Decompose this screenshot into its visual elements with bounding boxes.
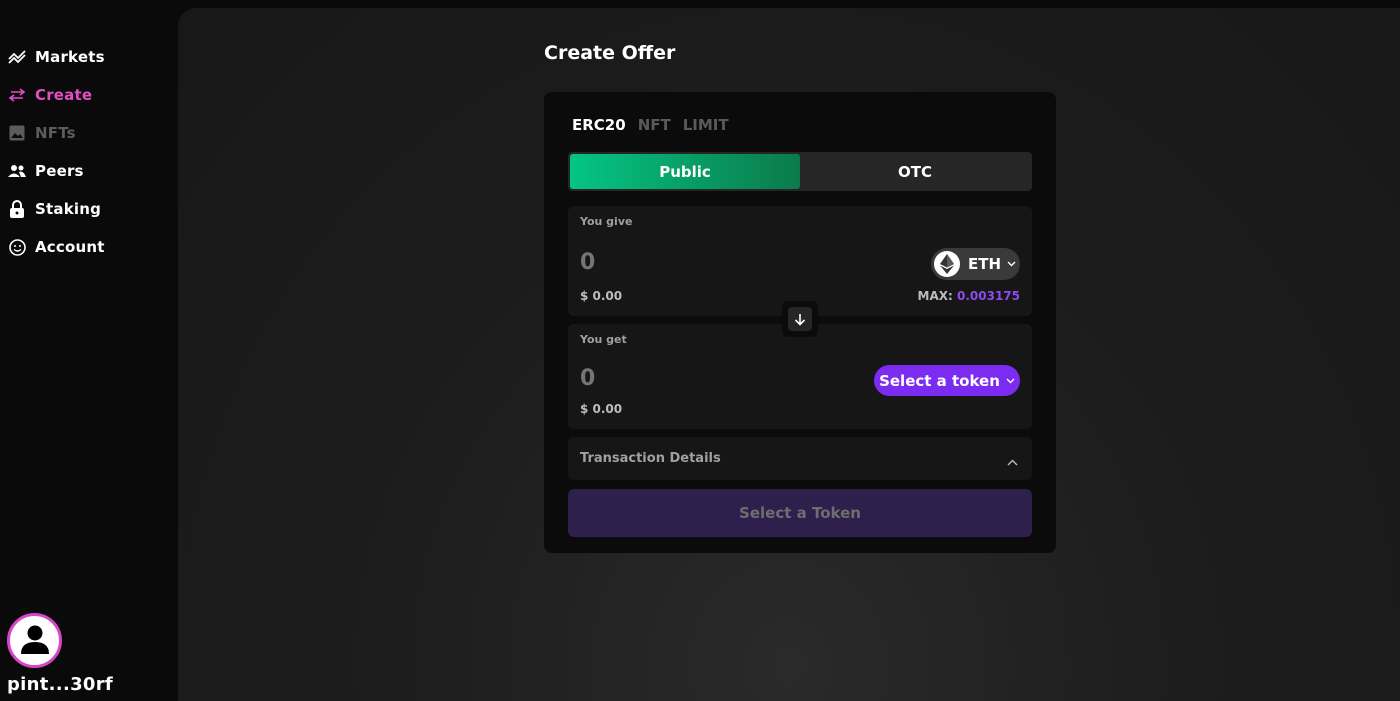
sidebar-item-create[interactable]: Create: [8, 76, 105, 114]
transaction-details-label: Transaction Details: [580, 451, 721, 466]
swap-arrows-icon: [8, 86, 26, 104]
you-get-panel: You get $ 0.00 Select a token: [568, 324, 1032, 429]
tab-nft[interactable]: NFT: [638, 116, 671, 134]
give-usd-value: $ 0.00: [580, 289, 623, 303]
offer-type-tabs: ERC20 NFT LIMIT: [572, 116, 729, 134]
you-give-label: You give: [580, 215, 633, 228]
otc-mode-button[interactable]: OTC: [800, 154, 1030, 189]
max-balance[interactable]: MAX: 0.003175: [918, 289, 1020, 303]
sidebar-item-markets[interactable]: Markets: [8, 38, 105, 76]
offer-mode-toggle: Public OTC: [568, 152, 1032, 191]
tab-erc20[interactable]: ERC20: [572, 116, 626, 134]
sidebar-item-peers[interactable]: Peers: [8, 152, 105, 190]
eth-icon: [934, 251, 960, 277]
sidebar-nav: Markets Create NFTs Peers Staking Accoun…: [8, 38, 105, 266]
sidebar-item-staking[interactable]: Staking: [8, 190, 105, 228]
user-icon: [20, 623, 50, 659]
sidebar-item-label: Account: [35, 238, 105, 256]
sidebar-item-account[interactable]: Account: [8, 228, 105, 266]
page-title: Create Offer: [544, 42, 676, 64]
public-mode-button[interactable]: Public: [570, 154, 800, 189]
get-amount-input[interactable]: [580, 366, 780, 391]
give-token-symbol: ETH: [968, 255, 1002, 273]
lock-icon: [8, 200, 26, 218]
max-label: MAX:: [917, 289, 953, 303]
get-token-selector[interactable]: Select a token: [874, 365, 1020, 396]
sidebar-item-label: Staking: [35, 200, 102, 218]
you-get-label: You get: [580, 333, 627, 346]
arrow-down-icon: [788, 307, 812, 331]
swap-direction-button[interactable]: [782, 301, 818, 337]
select-token-label: Select a token: [879, 371, 1000, 390]
sidebar-item-label: Create: [35, 86, 93, 104]
transaction-details-toggle[interactable]: Transaction Details: [568, 437, 1032, 480]
tab-limit[interactable]: LIMIT: [683, 116, 729, 134]
chevron-down-icon: [1007, 261, 1016, 267]
user-address[interactable]: pint...30rf: [7, 674, 113, 695]
get-usd-value: $ 0.00: [580, 402, 623, 416]
sidebar-item-nfts[interactable]: NFTs: [8, 114, 105, 152]
submit-button[interactable]: Select a Token: [568, 489, 1032, 537]
avatar[interactable]: [7, 613, 62, 668]
sidebar-item-label: NFTs: [35, 124, 76, 142]
give-token-selector[interactable]: ETH: [931, 248, 1020, 280]
chevron-up-icon: [1007, 451, 1018, 470]
smiley-icon: [8, 238, 26, 256]
people-icon: [8, 162, 26, 180]
you-give-panel: You give $ 0.00 ETH MAX: 0.003175: [568, 206, 1032, 316]
max-value: 0.003175: [956, 289, 1020, 303]
sidebar-item-label: Peers: [35, 162, 84, 180]
sidebar: Markets Create NFTs Peers Staking Accoun…: [0, 0, 178, 701]
chevron-down-icon: [1006, 378, 1015, 384]
main-content: Create Offer ERC20 NFT LIMIT Public OTC …: [178, 8, 1400, 701]
chart-line-icon: [8, 48, 26, 66]
image-icon: [8, 124, 26, 142]
sidebar-item-label: Markets: [35, 48, 105, 66]
create-offer-card: ERC20 NFT LIMIT Public OTC You give $ 0.…: [544, 92, 1056, 553]
submit-label: Select a Token: [739, 504, 861, 522]
give-amount-input[interactable]: [580, 250, 780, 275]
